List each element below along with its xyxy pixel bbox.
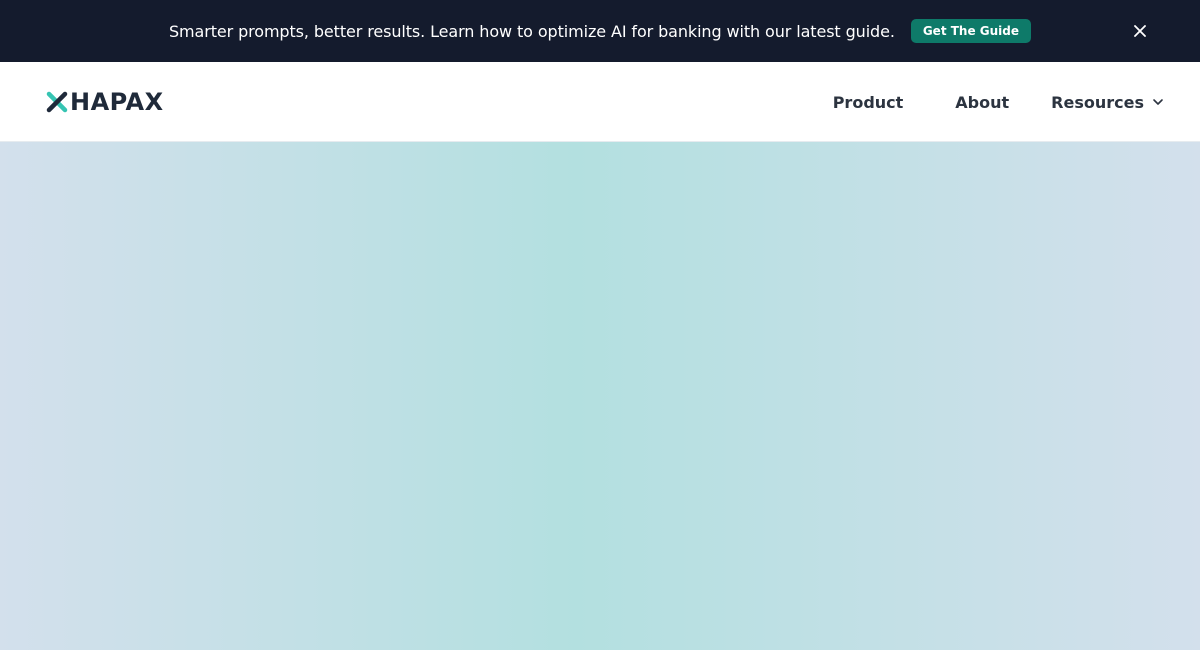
hapax-logo-link[interactable]: HAPAX <box>46 89 164 115</box>
close-announcement-button[interactable] <box>1130 21 1150 41</box>
nav-product-label: Product <box>832 92 904 112</box>
get-guide-button[interactable]: Get The Guide <box>910 19 1032 43</box>
logo-text: HAPAX <box>70 88 164 116</box>
announcement-bar: Smarter prompts, better results. Learn h… <box>0 0 1200 62</box>
nav-about[interactable]: About <box>955 93 1009 112</box>
chevron-down-icon <box>1153 99 1163 105</box>
close-icon <box>1134 25 1146 37</box>
nav-resources-dropdown[interactable]: Resources <box>1051 93 1164 112</box>
nav-resources-label: Resources <box>1051 92 1144 112</box>
nav-links: Product About Resources <box>833 62 1164 142</box>
top-navigation: HAPAX Product About Resources <box>0 62 1200 142</box>
nav-product[interactable]: Product <box>833 93 904 112</box>
nav-about-label: About <box>955 92 1010 112</box>
hapax-logo-icon <box>46 91 68 113</box>
announcement-text: Smarter prompts, better results. Learn h… <box>168 21 895 41</box>
hero-section <box>0 142 1200 650</box>
